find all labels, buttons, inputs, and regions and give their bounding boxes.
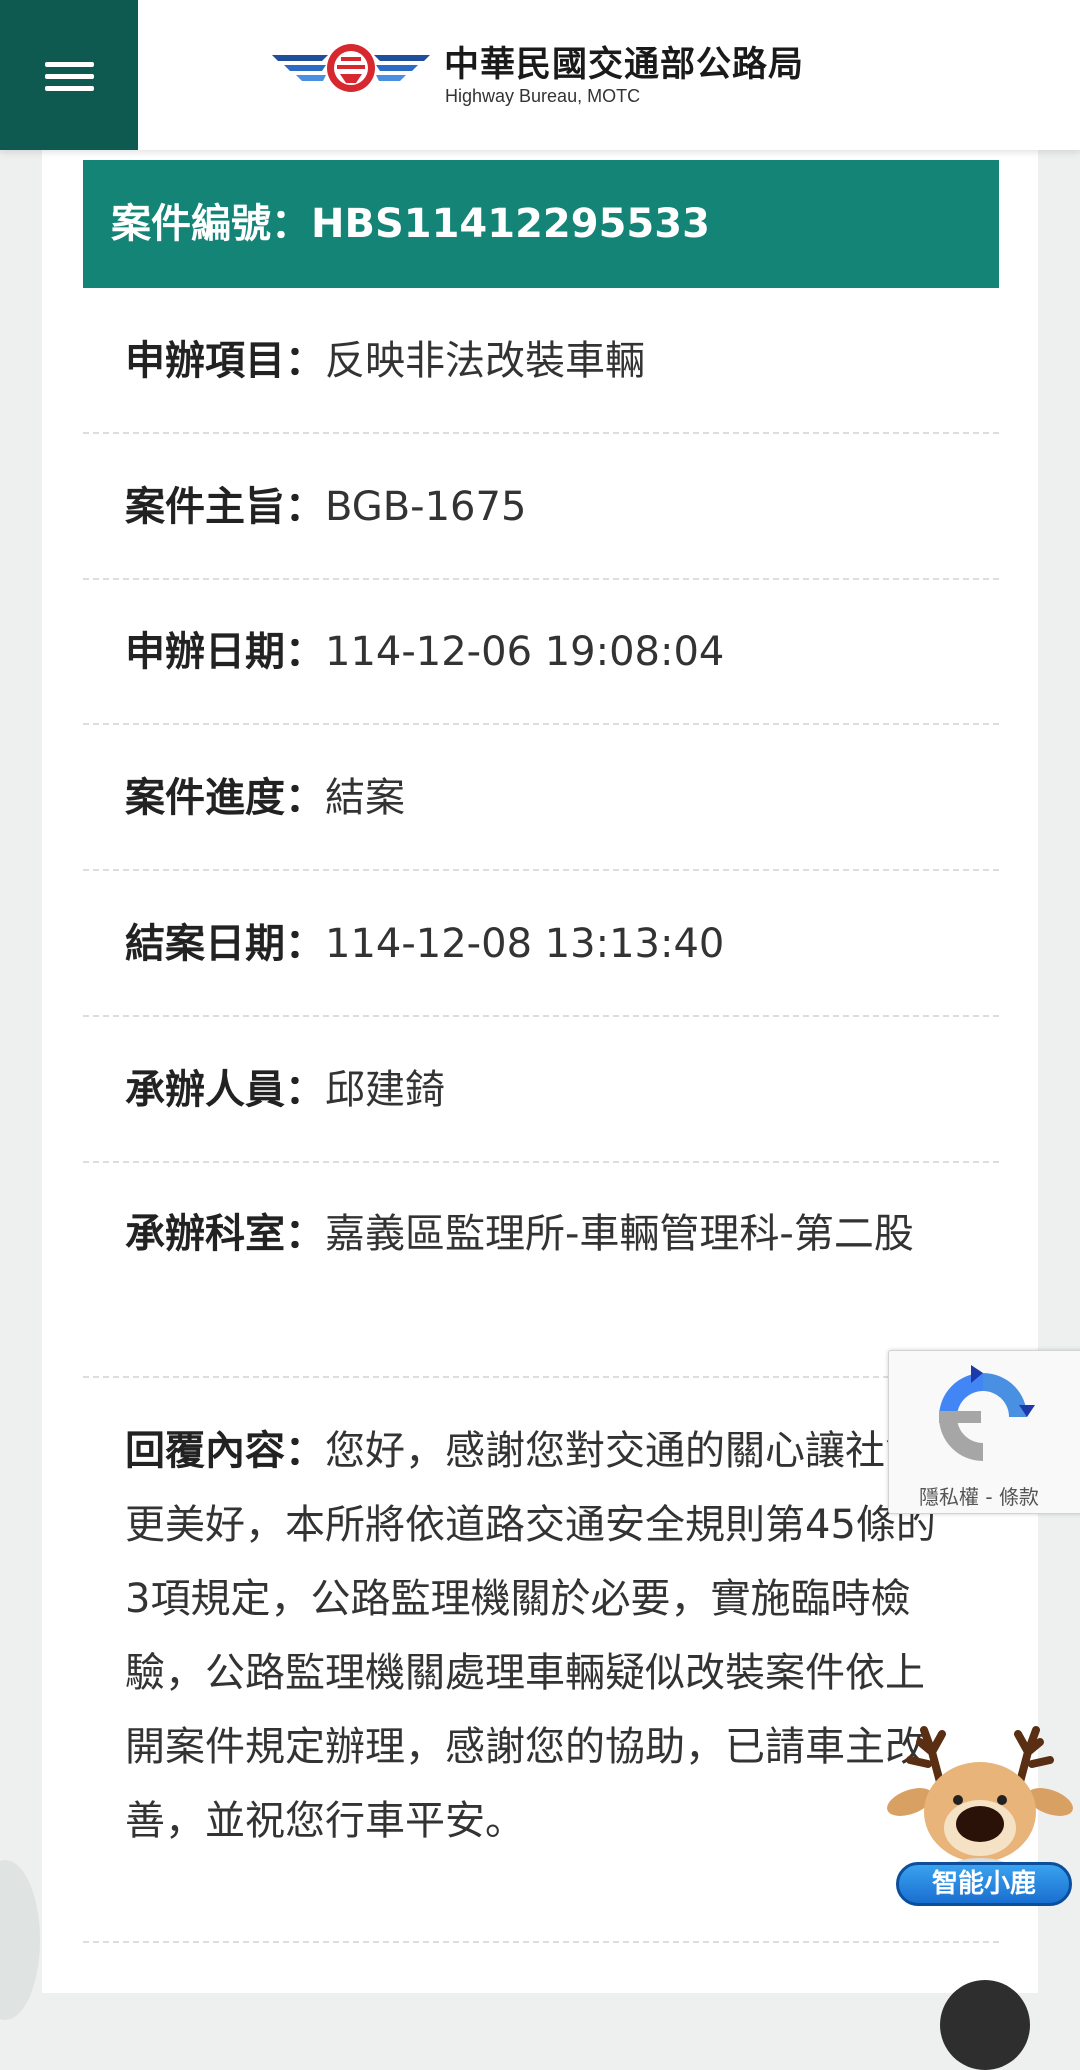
field-value: 114-12-06 19:08:04 [325,629,725,675]
menu-icon-bar [45,86,94,91]
field-value: BGB-1675 [325,484,527,530]
field-label: 承辦人員： [125,1067,325,1113]
decorative-blob [0,1860,40,2020]
field-label: 案件主旨： [125,484,325,530]
deer-mascot-icon [887,1726,1073,1872]
field-label: 回覆內容： [125,1428,325,1474]
field-label: 申辦項目： [125,338,325,384]
chatbot-label: 智能小鹿 [896,1862,1072,1906]
field-row-handler: 承辦人員：邱建錡 [83,1017,999,1163]
field-value: 結案 [325,775,405,821]
recaptcha-privacy-link[interactable]: 隱私權 [919,1485,979,1509]
field-row-application-item: 申辦項目：反映非法改裝車輛 [83,288,999,434]
field-value: 邱建錡 [325,1067,445,1113]
menu-icon-bar [45,62,94,67]
recaptcha-separator: - [979,1485,999,1509]
field-row-reply-content: 回覆內容：您好，感謝您對交通的關心讓社會更美好，本所將依道路交通安全規則第45條… [83,1378,999,1943]
recaptcha-icon [939,1365,1035,1461]
site-title-en: Highway Bureau, MOTC [445,86,641,106]
floating-action-button[interactable] [940,1980,1030,2070]
field-row-handling-department: 承辦科室：嘉義區監理所-車輛管理科-第二股 [83,1163,999,1378]
top-header: 中華民國交通部公路局 Highway Bureau, MOTC [0,0,1080,150]
field-label: 申辦日期： [125,629,325,675]
site-logo-link[interactable]: 中華民國交通部公路局 Highway Bureau, MOTC [270,36,830,116]
recaptcha-terms-link[interactable]: 條款 [999,1485,1039,1509]
menu-icon-bar [45,74,94,79]
field-label: 承辦科室： [125,1211,325,1257]
highway-bureau-logo-icon [272,44,430,92]
chatbot-button[interactable]: 智能小鹿 [880,1712,1080,1912]
hamburger-menu-button[interactable] [0,0,138,150]
field-row-closing-date: 結案日期：114-12-08 13:13:40 [83,871,999,1017]
field-row-case-progress: 案件進度：結案 [83,725,999,871]
site-title-zh: 中華民國交通部公路局 [444,45,805,85]
field-label: 案件進度： [125,775,325,821]
field-value: 反映非法改裝車輛 [325,338,645,384]
case-number-banner: 案件編號：HBS11412295533 [83,160,999,288]
field-value: 114-12-08 13:13:40 [325,921,725,967]
recaptcha-badge[interactable]: 隱私權 - 條款 [888,1350,1080,1514]
field-row-case-subject: 案件主旨：BGB-1675 [83,434,999,580]
field-value: 嘉義區監理所-車輛管理科-第二股 [325,1211,914,1257]
field-value: 您好，感謝您對交通的關心讓社會更美好，本所將依道路交通安全規則第45條的3項規定… [125,1428,936,1844]
field-row-application-date: 申辦日期：114-12-06 19:08:04 [83,580,999,725]
field-label: 結案日期： [125,921,325,967]
case-number: 案件編號：HBS11412295533 [111,201,710,247]
